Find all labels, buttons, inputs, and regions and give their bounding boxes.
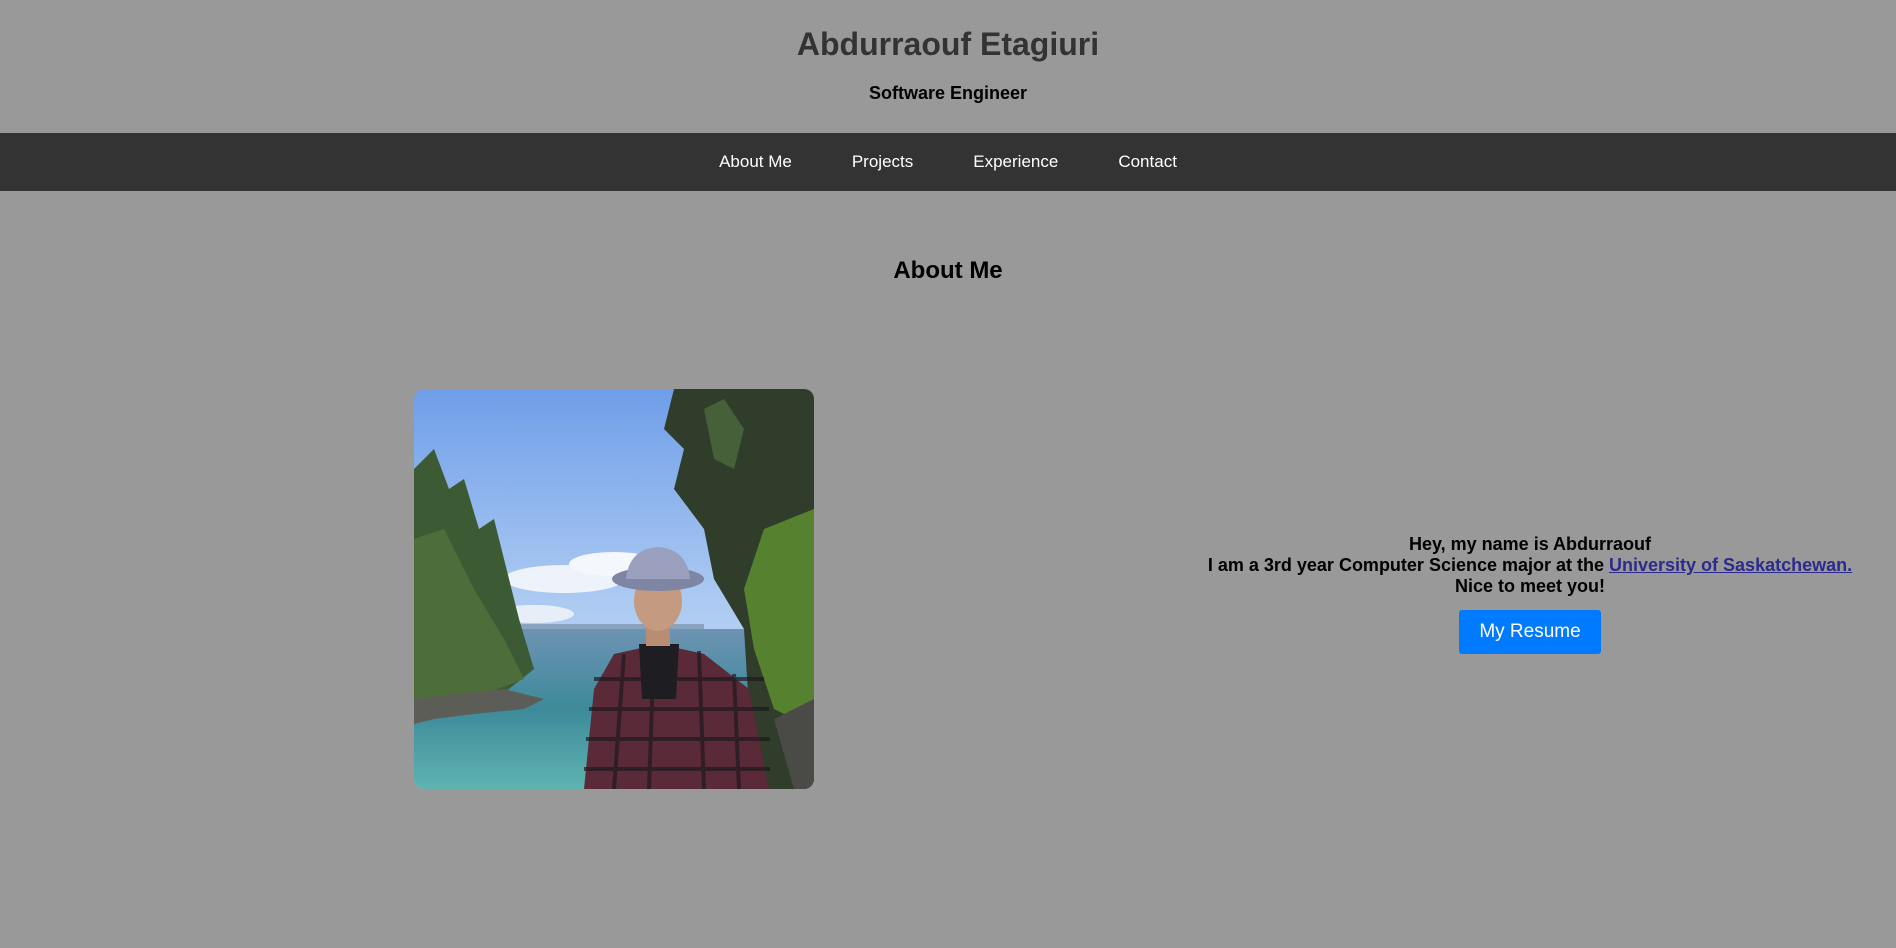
resume-button[interactable]: My Resume — [1459, 610, 1601, 654]
main-navbar: About Me Projects Experience Contact — [0, 133, 1896, 191]
site-header: Abdurraouf Etagiuri Software Engineer — [0, 0, 1896, 133]
nav-link-contact[interactable]: Contact — [1118, 152, 1177, 172]
about-section: About Me Hey, my name is Abdurraouf I am… — [0, 191, 1896, 948]
nav-link-projects[interactable]: Projects — [852, 152, 913, 172]
intro-greeting: Hey, my name is Abdurraouf — [1408, 534, 1652, 554]
nav-link-about-me[interactable]: About Me — [719, 152, 792, 172]
profile-photo — [414, 389, 814, 789]
section-title: About Me — [893, 257, 1003, 284]
nav-link-experience[interactable]: Experience — [973, 152, 1058, 172]
site-subtitle: Software Engineer — [868, 83, 1028, 103]
site-title: Abdurraouf Etagiuri — [796, 26, 1100, 62]
intro-block: Hey, my name is Abdurraouf I am a 3rd ye… — [1190, 534, 1870, 654]
intro-study-text: I am a 3rd year Computer Science major a… — [1207, 555, 1610, 575]
university-link[interactable]: University of Saskatchewan. — [1609, 555, 1852, 575]
intro-study-line: I am a 3rd year Computer Science major a… — [1190, 555, 1870, 576]
profile-photo-illustration — [414, 389, 814, 789]
intro-closing: Nice to meet you! — [1454, 576, 1606, 596]
